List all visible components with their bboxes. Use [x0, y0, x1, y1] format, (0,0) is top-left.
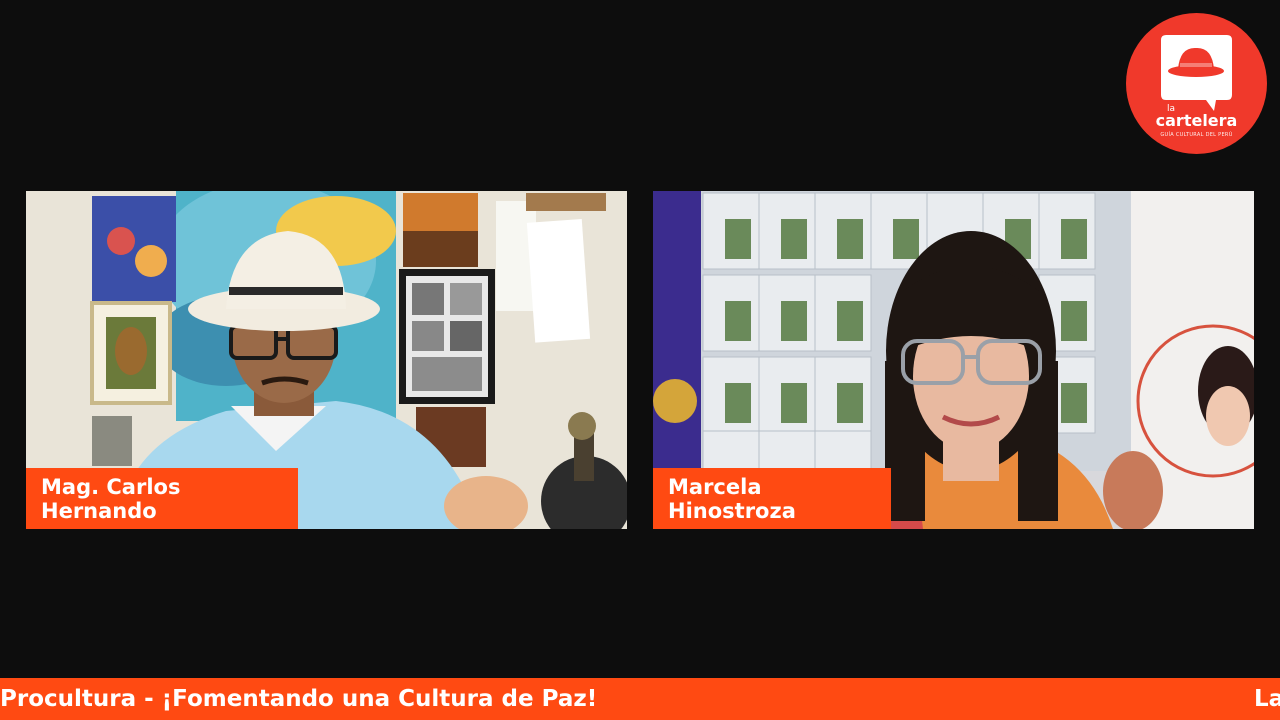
logo-tagline: GUÍA CULTURAL DEL PERÚ — [1160, 132, 1233, 138]
participant-name-tag: Marcela Hinostroza — [653, 468, 891, 529]
ticker-text: Procultura - ¡Fomentando una Cultura de … — [0, 686, 598, 712]
video-tile-carlos[interactable]: Mag. Carlos Hernando — [26, 191, 627, 529]
la-cartelera-logo: la cartelera GUÍA CULTURAL DEL PERÚ — [1126, 13, 1267, 154]
news-ticker: Procultura - ¡Fomentando una Cultura de … — [0, 678, 1280, 720]
ticker-next-text: La — [1254, 686, 1280, 712]
video-tile-marcela[interactable]: Marcela Hinostroza — [653, 191, 1254, 529]
participant-name-tag: Mag. Carlos Hernando — [26, 468, 298, 529]
logo-main-text: cartelera — [1155, 111, 1238, 130]
